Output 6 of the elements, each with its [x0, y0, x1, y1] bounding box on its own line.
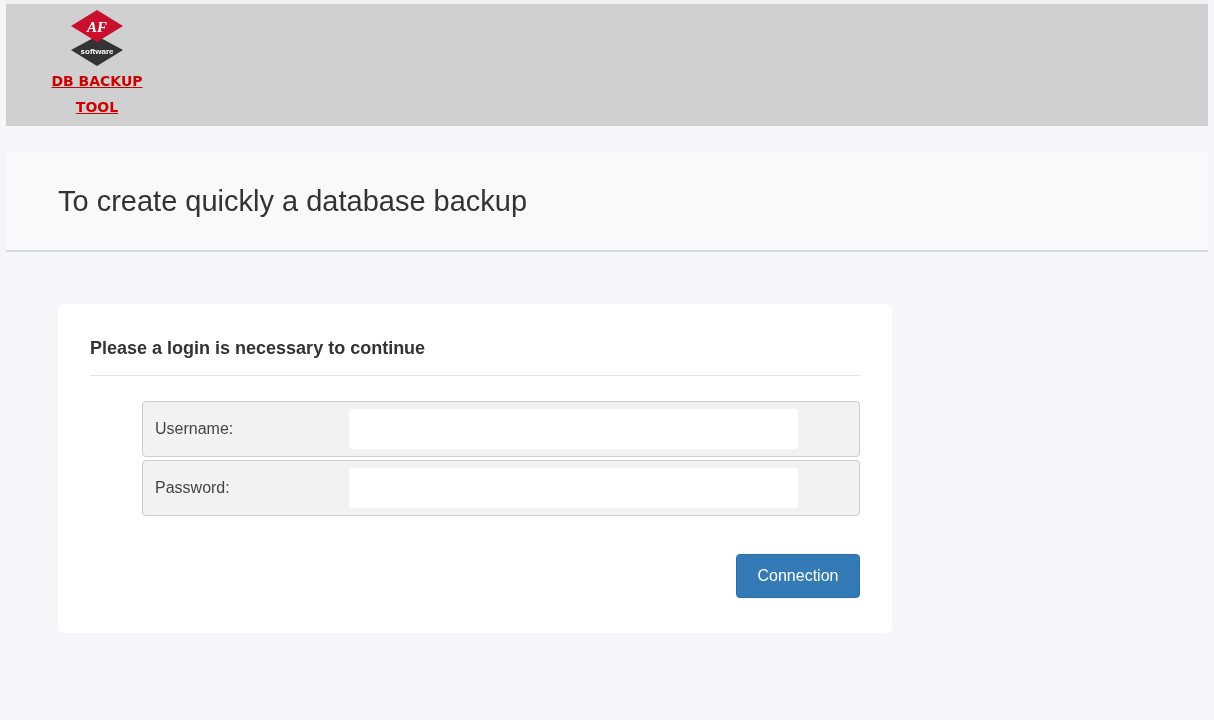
field-label: Password: [155, 479, 231, 497]
app-title-link[interactable]: DB BACKUP TOOL [51, 68, 143, 120]
page-title: To create quickly a database backup [58, 184, 528, 218]
connection-button[interactable]: Connection [736, 554, 860, 598]
login-heading: Please a login is necessary to continue [90, 338, 427, 359]
field-label: Username: [155, 420, 235, 438]
